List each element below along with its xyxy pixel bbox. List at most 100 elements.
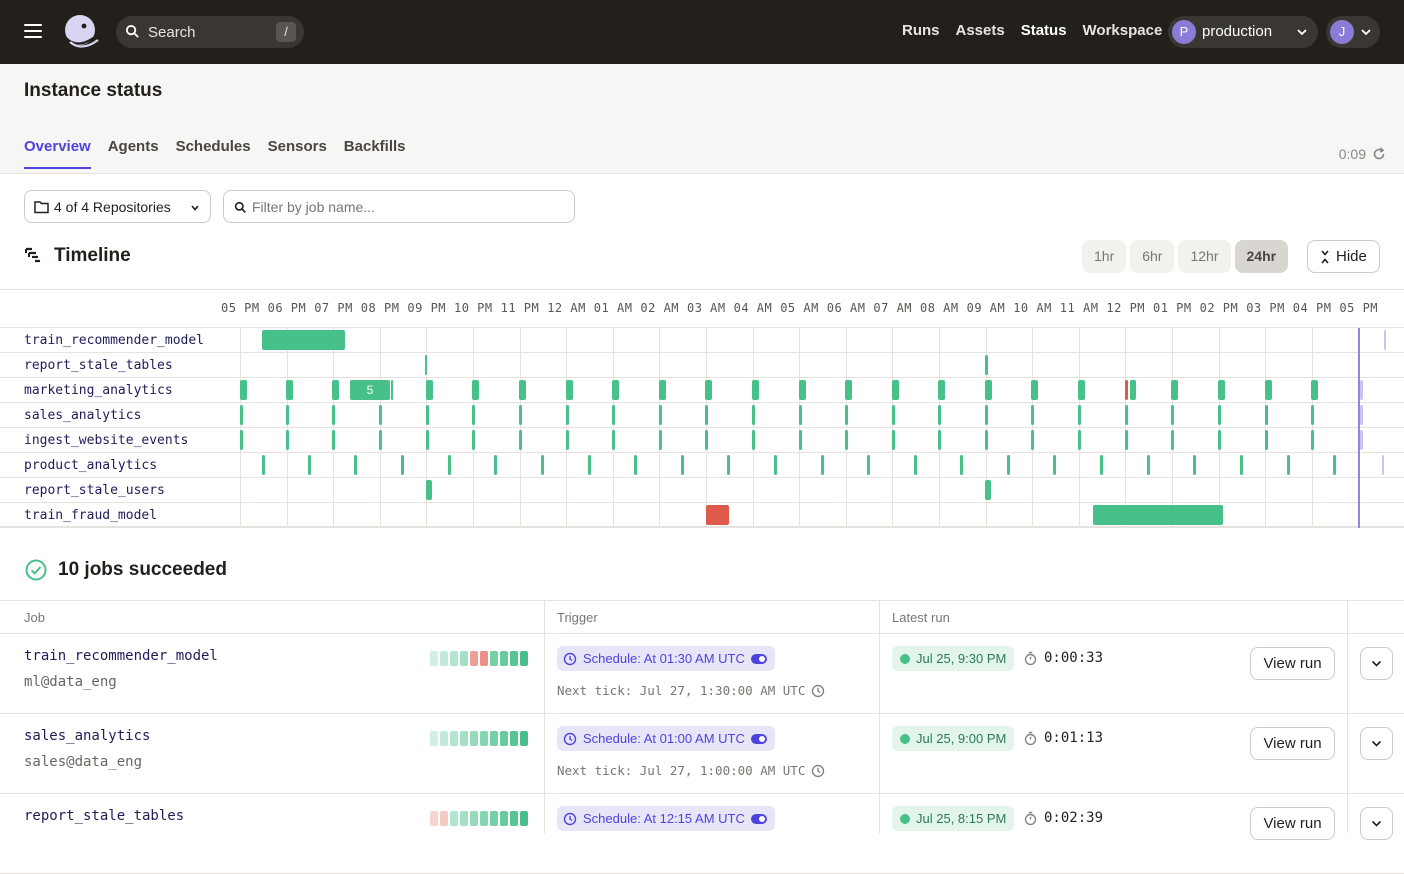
successful-run-bar[interactable] (938, 430, 941, 450)
successful-run-bar[interactable] (1311, 405, 1314, 425)
run-history-bar[interactable] (470, 651, 478, 666)
run-history-bar[interactable] (430, 731, 438, 746)
successful-run-bar[interactable] (519, 405, 522, 425)
failed-run-bar[interactable] (706, 505, 729, 525)
successful-run-bar[interactable] (1265, 380, 1272, 400)
successful-run-bar[interactable] (681, 455, 684, 475)
run-history-bar[interactable] (470, 731, 478, 746)
job-filter-field[interactable] (223, 190, 575, 223)
run-history-bar[interactable] (520, 811, 528, 826)
row-menu-button[interactable] (1360, 647, 1393, 680)
successful-run-bar[interactable] (332, 430, 335, 450)
successful-run-bar[interactable] (1053, 455, 1056, 475)
successful-run-bar[interactable] (1171, 430, 1174, 450)
run-history-bar[interactable] (490, 651, 498, 666)
successful-run-bar[interactable] (1240, 455, 1243, 475)
successful-run-bar[interactable] (960, 455, 963, 475)
job-name-link[interactable]: train_recommender_model (24, 648, 218, 664)
successful-run-bar[interactable] (938, 405, 941, 425)
run-history-bar[interactable] (480, 651, 488, 666)
successful-run-bar[interactable] (985, 405, 988, 425)
successful-run-bar[interactable] (845, 430, 848, 450)
successful-run-bar[interactable] (634, 455, 637, 475)
tab-backfills[interactable]: Backfills (344, 138, 406, 169)
run-history-bar[interactable] (430, 651, 438, 666)
successful-run-bar[interactable] (705, 380, 712, 400)
scheduled-run-bar[interactable] (1360, 405, 1363, 425)
run-history-bar[interactable] (460, 731, 468, 746)
successful-run-bar[interactable] (845, 380, 852, 400)
successful-run-bar[interactable] (425, 355, 427, 375)
tab-schedules[interactable]: Schedules (176, 138, 251, 169)
successful-run-bar[interactable] (659, 405, 662, 425)
nav-link-assets[interactable]: Assets (956, 22, 1005, 39)
successful-run-bar[interactable] (472, 380, 479, 400)
successful-run-bar[interactable] (727, 455, 730, 475)
latest-run-badge[interactable]: Jul 25, 9:30 PM (892, 646, 1015, 671)
tab-agents[interactable]: Agents (108, 138, 159, 169)
run-history-bar[interactable] (490, 731, 498, 746)
timeline-job-name[interactable]: report_stale_users (24, 483, 165, 498)
range-24hr-button[interactable]: 24hr (1234, 240, 1289, 273)
failed-run-bar[interactable] (1125, 380, 1128, 400)
run-history-bar[interactable] (500, 731, 508, 746)
successful-run-bar[interactable] (1100, 455, 1103, 475)
successful-run-bar[interactable] (612, 405, 615, 425)
deployment-switcher[interactable]: P production (1168, 16, 1318, 48)
schedule-toggle[interactable] (750, 733, 767, 744)
successful-run-bar[interactable] (892, 405, 895, 425)
successful-run-bar[interactable] (1171, 405, 1174, 425)
run-history-bar[interactable] (510, 811, 518, 826)
timeline-job-name[interactable]: product_analytics (24, 458, 157, 473)
successful-run-bar[interactable] (845, 405, 848, 425)
successful-run-bar[interactable] (892, 430, 895, 450)
successful-run-bar[interactable] (566, 380, 573, 400)
successful-run-bar[interactable] (799, 405, 802, 425)
successful-run-bar[interactable] (867, 455, 870, 475)
successful-run-bar[interactable] (1007, 455, 1010, 475)
successful-run-bar[interactable] (519, 380, 526, 400)
latest-run-badge[interactable]: Jul 25, 8:15 PM (892, 806, 1015, 831)
successful-run-bar[interactable] (401, 455, 404, 475)
nav-link-workspace[interactable]: Workspace (1083, 22, 1163, 39)
timeline-job-name[interactable]: ingest_website_events (24, 433, 188, 448)
successful-run-bar[interactable] (985, 480, 991, 500)
successful-run-bar[interactable] (659, 430, 662, 450)
search-bar[interactable]: Search / (116, 16, 304, 48)
row-menu-button[interactable] (1360, 807, 1393, 840)
successful-run-bar[interactable] (1130, 380, 1136, 400)
successful-run-bar[interactable] (752, 430, 755, 450)
successful-run-bar[interactable] (612, 380, 619, 400)
range-12hr-button[interactable]: 12hr (1178, 240, 1231, 273)
successful-run-bar[interactable] (1031, 380, 1038, 400)
successful-run-bar[interactable] (286, 405, 289, 425)
successful-run-bar[interactable] (774, 455, 777, 475)
view-run-button[interactable]: View run (1250, 807, 1335, 840)
run-history-bar[interactable] (480, 811, 488, 826)
successful-run-bar[interactable] (426, 380, 433, 400)
successful-run-bar[interactable] (472, 405, 475, 425)
successful-run-bar[interactable] (240, 380, 247, 400)
successful-run-bar[interactable] (1333, 455, 1336, 475)
nav-link-runs[interactable]: Runs (902, 22, 940, 39)
run-history-bar[interactable] (510, 731, 518, 746)
successful-run-bar[interactable] (985, 380, 992, 400)
successful-run-bar[interactable] (752, 380, 759, 400)
successful-run-bar[interactable] (1218, 430, 1221, 450)
successful-run-bar[interactable] (448, 455, 451, 475)
successful-run-bar[interactable] (1078, 380, 1085, 400)
schedule-toggle[interactable] (750, 653, 767, 664)
successful-run-bar[interactable]: 5 (350, 380, 390, 400)
successful-run-bar[interactable] (1078, 430, 1081, 450)
schedule-toggle[interactable] (750, 813, 767, 824)
successful-run-bar[interactable] (705, 430, 708, 450)
successful-run-bar[interactable] (799, 380, 806, 400)
run-history-bar[interactable] (460, 811, 468, 826)
successful-run-bar[interactable] (1193, 455, 1196, 475)
run-history-bar[interactable] (500, 651, 508, 666)
successful-run-bar[interactable] (705, 405, 708, 425)
successful-run-bar[interactable] (1125, 430, 1128, 450)
run-history-bar[interactable] (440, 811, 448, 826)
run-history-bar[interactable] (440, 651, 448, 666)
run-history-bar[interactable] (510, 651, 518, 666)
